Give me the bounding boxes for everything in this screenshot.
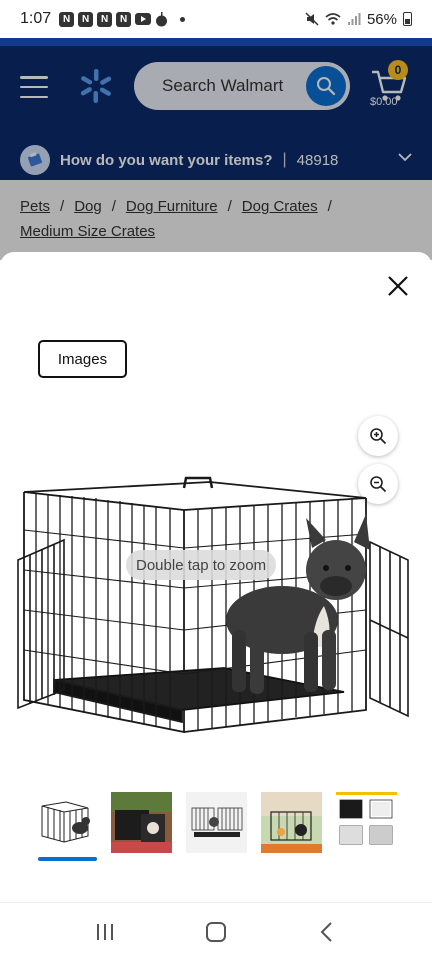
images-tab[interactable]: Images: [38, 340, 127, 378]
mute-icon: [305, 12, 319, 26]
search-input[interactable]: Search Walmart: [134, 62, 350, 110]
delivery-selector[interactable]: How do you want your items? | 48918: [0, 140, 432, 180]
delivery-separator: |: [282, 151, 287, 168]
breadcrumb-separator: /: [60, 198, 65, 215]
apple-icon: [156, 11, 168, 26]
breadcrumb-link-medium-size-crates[interactable]: Medium Size Crates: [20, 223, 155, 240]
breadcrumb: Pets / Dog / Dog Furniture / Dog Crates / Mediu…: [0, 180, 432, 260]
more-notifications-icon: [180, 16, 186, 22]
breadcrumb-link-dog[interactable]: Dog: [74, 198, 102, 215]
breadcrumb-separator: /: [111, 198, 116, 215]
back-icon: [320, 921, 332, 942]
thumbnail-3[interactable]: [186, 792, 247, 853]
delivery-zip: 48918: [296, 151, 339, 169]
notification-icon: N: [78, 11, 94, 27]
breadcrumb-link-dog-crates[interactable]: Dog Crates: [242, 198, 318, 215]
chevron-down-icon: [398, 153, 412, 162]
cart-total: $0.00: [370, 96, 398, 108]
product-image[interactable]: [14, 470, 418, 750]
selected-thumbnail-indicator: [38, 857, 97, 861]
walmart-header: Search Walmart 0 $0.00 How do you want y…: [0, 38, 432, 180]
delivery-prompt: How do you want your items?: [60, 151, 273, 169]
recent-apps-button[interactable]: [90, 917, 120, 947]
menu-button[interactable]: [20, 76, 48, 98]
search-placeholder: Search Walmart: [162, 76, 284, 95]
battery-icon: [403, 12, 412, 26]
battery-percent: 56%: [366, 10, 397, 28]
breadcrumb-separator: /: [227, 198, 232, 215]
home-button[interactable]: [201, 917, 231, 947]
close-icon[interactable]: [386, 274, 410, 298]
notification-icon: N: [116, 11, 132, 27]
delivery-icon: [20, 145, 50, 175]
zoom-in-icon: [370, 428, 387, 445]
recent-apps-icon: [97, 923, 114, 940]
breadcrumb-link-pets[interactable]: Pets: [20, 198, 50, 215]
thumbnail-strip: [36, 792, 397, 853]
search-button[interactable]: [306, 66, 346, 106]
image-viewer-modal: Images Double tap to zoom: [0, 252, 432, 902]
thumbnail-5[interactable]: [336, 792, 397, 853]
notification-icon: N: [59, 11, 75, 27]
notification-icon: N: [97, 11, 113, 27]
zoom-hint: Double tap to zoom: [126, 550, 277, 580]
breadcrumb-separator: /: [327, 198, 332, 215]
header-stripe: [0, 38, 432, 46]
walmart-spark-logo[interactable]: [78, 68, 114, 104]
back-button[interactable]: [312, 917, 342, 947]
status-time: 1:07: [20, 10, 52, 27]
wifi-icon: [325, 13, 341, 25]
search-icon: [317, 77, 336, 96]
cart-count-badge: 0: [388, 60, 408, 80]
thumbnail-1[interactable]: [36, 792, 97, 853]
youtube-icon: [135, 13, 152, 25]
home-icon: [205, 921, 226, 942]
breadcrumb-link-dog-furniture[interactable]: Dog Furniture: [126, 198, 218, 215]
signal-icon: [347, 13, 361, 25]
zoom-in-button[interactable]: [358, 416, 398, 456]
thumbnail-4[interactable]: [261, 792, 322, 853]
status-bar: 1:07 N N N N 56%: [0, 0, 432, 38]
system-nav-bar: [0, 902, 432, 960]
thumbnail-2[interactable]: [111, 792, 172, 853]
